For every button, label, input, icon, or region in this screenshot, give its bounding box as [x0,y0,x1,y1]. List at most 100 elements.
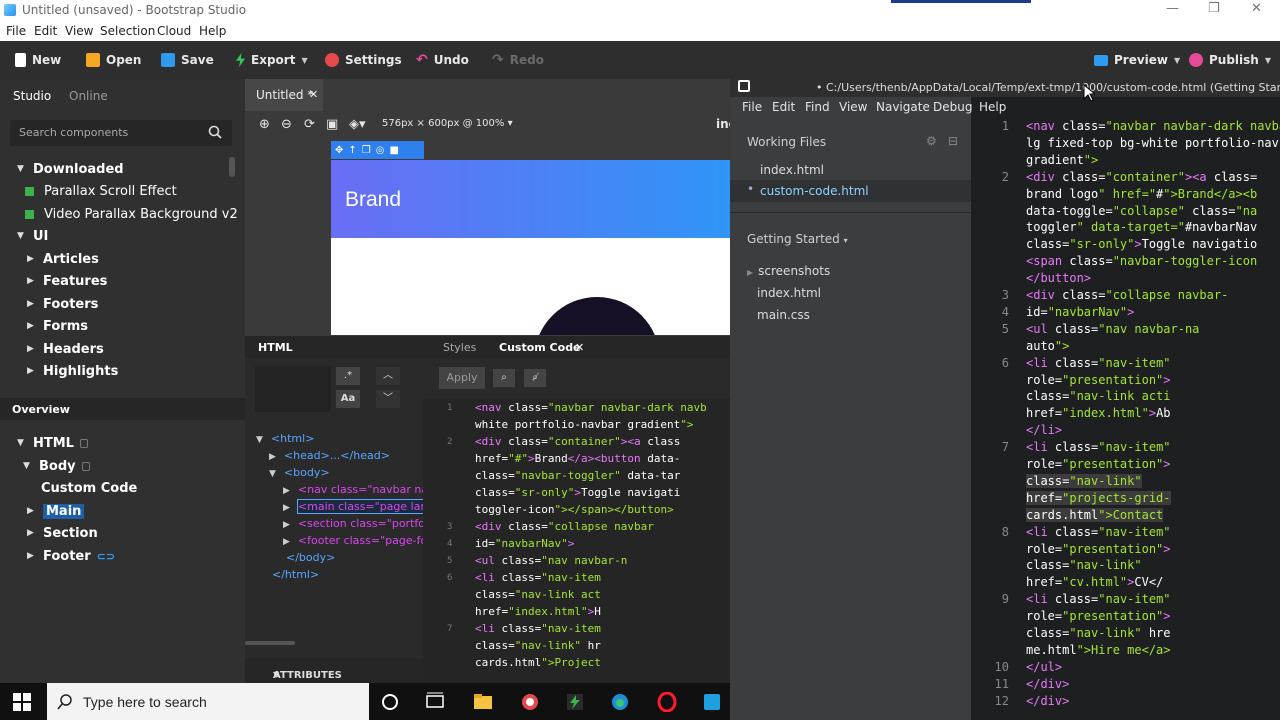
editor-menu-find[interactable]: Find [805,100,830,114]
close-button[interactable]: ✕ [1251,1,1262,16]
horizontal-scrollbar[interactable] [245,641,295,645]
editor-menu-help[interactable]: Help [979,100,1006,114]
dom-node-body[interactable]: ▼ <body> [269,466,330,479]
editor-menu-navigate[interactable]: Navigate [876,100,930,114]
dom-node-html[interactable]: ▼ <html> [256,432,314,445]
tab-studio[interactable]: Studio [13,89,51,103]
delete-icon[interactable]: ■ [389,145,398,156]
windows-start-icon[interactable] [13,693,31,711]
tab-styles[interactable]: Styles [443,341,476,354]
editor-menu-debug[interactable]: Debug [933,100,972,114]
search-icon[interactable]: ⌕ [493,369,515,387]
image-icon[interactable]: ▣ [326,117,338,132]
open-button[interactable]: Open [86,52,141,68]
find-next-button[interactable]: ﹀ [376,390,400,408]
tree-item-highlights[interactable]: ▶ Highlights [27,361,118,381]
duplicate-icon[interactable]: ❐ [362,145,371,156]
bootstrap-studio-taskbar-icon[interactable] [565,692,585,712]
file-explorer-icon[interactable] [473,692,493,712]
taskbar-search-input[interactable]: Type here to search [47,683,369,720]
publish-button[interactable]: Publish ▼ [1189,52,1271,68]
tab-online[interactable]: Online [69,89,108,103]
dom-node-head[interactable]: ▶ <head>...</head> [269,449,390,462]
menu-selection[interactable]: Selection [100,24,155,38]
menu-file[interactable]: File [6,24,26,38]
close-tab-icon[interactable]: ✕ [309,88,318,101]
dom-node-footer[interactable]: ▶ <footer class="page-fo [283,534,427,547]
tab-html[interactable]: HTML [258,341,293,354]
case-toggle[interactable]: Aa [336,390,360,408]
overview-custom-code[interactable]: Custom Code [41,478,137,498]
gear-icon[interactable]: ⚙ [926,134,937,148]
zoom-out-icon[interactable]: ⊖ [281,117,292,132]
tree-item-features[interactable]: ▶ Features [27,271,107,291]
dom-node-nav[interactable]: ▶ <nav class="navbar na [283,483,428,496]
overview-body[interactable]: ▼ Body [23,456,90,476]
save-button[interactable]: Save [161,52,214,68]
maximize-button[interactable]: ❐ [1208,1,1220,16]
dom-node-html-close[interactable]: </html> [272,568,319,581]
tree-scrollbar[interactable] [229,157,235,177]
edge-icon[interactable] [610,692,630,712]
search-components-input[interactable]: Search components [10,120,232,146]
layers-icon[interactable]: ◈▾ [349,117,366,132]
project-folder-screenshots[interactable]: ▶ screenshots [747,264,830,278]
tab-custom-code[interactable]: Custom Code [499,341,581,354]
screen-recorder-icon[interactable] [520,692,540,712]
rotate-icon[interactable]: ⟳ [304,117,315,132]
task-view-icon[interactable] [425,692,445,712]
find-prev-button[interactable]: ︿ [376,367,400,385]
tree-ui[interactable]: ▼ UI [17,226,48,246]
export-button[interactable]: Export ▼ [236,52,308,68]
hide-icon[interactable]: ◎ [376,145,385,156]
tree-item-footers[interactable]: ▶ Footers [27,294,98,314]
project-file-index[interactable]: index.html [757,286,821,300]
tree-item-articles[interactable]: ▶ Articles [27,249,99,269]
tree-downloaded[interactable]: ▼ Downloaded [17,159,124,179]
tree-item-video-parallax[interactable]: Video Parallax Background v2 [25,204,238,224]
dom-node-body-close[interactable]: </body> [286,551,335,564]
navbar-preview[interactable]: Brand [331,160,730,238]
working-file-index[interactable]: index.html [760,163,824,177]
editor-menu-edit[interactable]: Edit [772,100,795,114]
close-tab-icon[interactable]: ✕ [575,341,584,354]
overview-section[interactable]: ▶ Section [27,523,98,543]
settings-button[interactable]: Settings [325,52,402,68]
minimize-button[interactable]: — [1166,1,1179,16]
menu-edit[interactable]: Edit [34,24,57,38]
new-button[interactable]: New [15,52,61,68]
overview-main[interactable]: ▶ Main [27,501,85,521]
regex-toggle[interactable]: .* [336,367,360,385]
overview-footer[interactable]: ▶ Footer ⊂⊃ [27,546,115,566]
working-file-custom-code[interactable]: custom-code.html [760,184,869,198]
move-icon[interactable]: ✥ [335,145,343,156]
find-input[interactable] [255,366,331,412]
tree-item-parallax[interactable]: Parallax Scroll Effect [25,181,177,201]
project-dropdown[interactable]: Getting Started ▾ [747,232,848,246]
menu-help[interactable]: Help [199,24,226,38]
preview-button[interactable]: Preview ▼ [1094,52,1180,68]
dom-node-main[interactable]: ▶ <main class="page lani [283,499,432,514]
split-view-icon[interactable]: ⊟ [948,134,958,148]
menu-view[interactable]: View [65,24,93,38]
attributes-header[interactable]: ▼ ATTRIBUTES [245,658,423,683]
cortana-icon[interactable] [380,692,400,712]
brackets-taskbar-icon[interactable] [702,692,722,712]
tree-item-headers[interactable]: ▶ Headers [27,339,104,359]
tree-item-forms[interactable]: ▶ Forms [27,316,88,336]
viewport-size-select[interactable]: 576px × 600px @ 100% ▾ [382,118,513,129]
undo-button[interactable]: ↶ Undo [416,52,469,68]
dom-node-section[interactable]: ▶ <section class="portfoli [283,517,431,530]
overview-header[interactable]: Overview [0,398,245,420]
zoom-in-icon[interactable]: ⊕ [259,117,270,132]
document-tab[interactable]: Untitled * ✕ [245,79,323,111]
replace-icon[interactable]: ⌕̸ [524,369,546,387]
editor-menu-file[interactable]: File [742,100,762,114]
project-file-main-css[interactable]: main.css [757,308,810,322]
page-canvas[interactable]: Brand [331,160,730,335]
opera-icon[interactable] [657,692,677,712]
code-editor-area[interactable]: 1 <nav class="navbar navbar-dark navba lg … [971,117,1280,720]
apply-button[interactable]: Apply [439,367,485,389]
redo-button[interactable]: ↷ Redo [492,52,544,68]
menu-cloud[interactable]: Cloud [157,24,191,38]
